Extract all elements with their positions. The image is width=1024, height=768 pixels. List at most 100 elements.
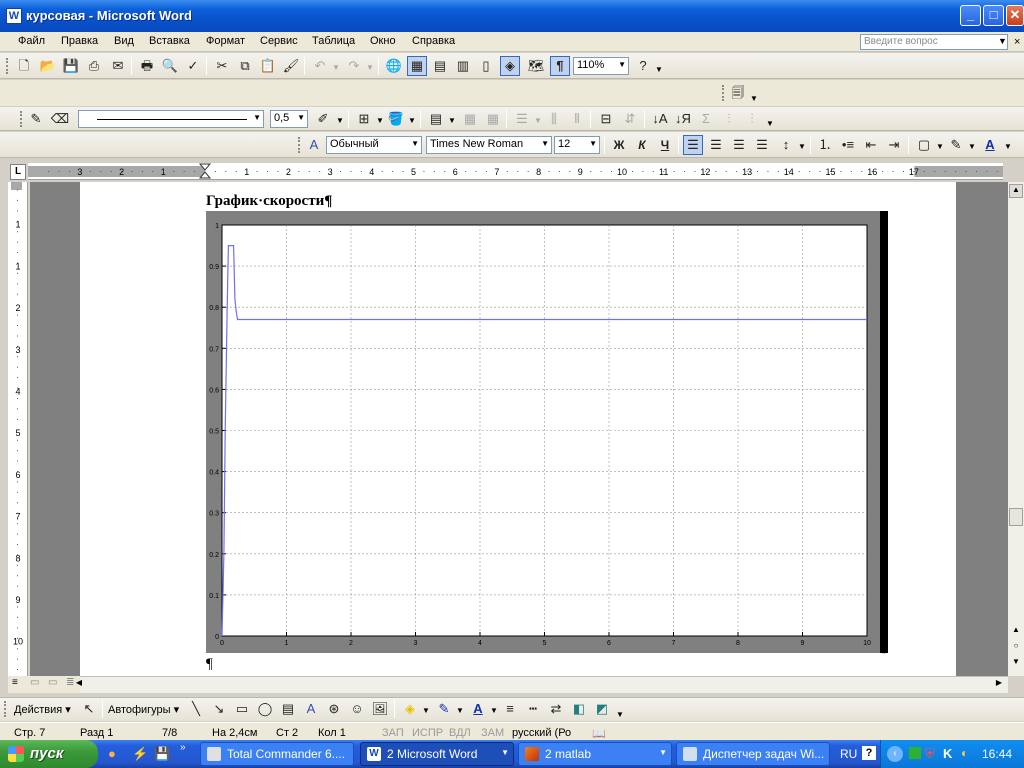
sort-descending-icon[interactable]: ↓Я (673, 109, 693, 129)
text-box-icon[interactable]: ▤ (278, 699, 298, 719)
status-record[interactable]: ЗАП (382, 727, 404, 739)
table-autoformat-icon[interactable]: ⊟ (596, 109, 616, 129)
font-select[interactable]: Times New Roman ▼ (426, 136, 552, 154)
help-tray-icon[interactable]: ? (862, 746, 876, 760)
scroll-left-button[interactable]: ◀ (72, 678, 86, 692)
copy-icon[interactable]: ⧉ (235, 56, 255, 76)
help-search-input[interactable]: Введите вопрос (860, 34, 1008, 50)
permission-icon[interactable]: ⎙ (84, 56, 104, 76)
quicklaunch-more-icon[interactable]: » (180, 742, 186, 753)
columns-icon[interactable]: ▯ (476, 56, 496, 76)
insert-picture-icon[interactable]: 🖼 (370, 699, 390, 719)
merge-cells-icon[interactable]: ▦ (460, 109, 480, 129)
chevron-down-icon[interactable]: ▼ (798, 142, 806, 151)
align-left-icon[interactable]: ☰ (683, 135, 703, 155)
chevron-down-icon[interactable]: ▼ (750, 94, 758, 103)
menu-edit[interactable]: Правка (61, 35, 98, 47)
status-track-changes[interactable]: ИСПР (412, 727, 443, 739)
zoom-select[interactable]: 110% ▼ (573, 57, 629, 75)
menu-view[interactable]: Вид (114, 35, 134, 47)
language-indicator[interactable]: RU (840, 747, 857, 761)
shading-color-icon[interactable]: 🪣 (386, 109, 406, 129)
toolbar-grip[interactable] (20, 111, 23, 127)
chevron-down-icon[interactable]: ▼ (422, 706, 430, 715)
insert-excel-icon[interactable]: ▥ (453, 56, 473, 76)
decrease-indent-icon[interactable]: ⇤ (861, 135, 881, 155)
spelling-icon[interactable]: ✓ (183, 56, 203, 76)
insert-table-icon[interactable]: ▤ (430, 56, 450, 76)
browse-buttons[interactable]: ▲ ○ ▼ (1009, 622, 1023, 672)
vertical-ruler[interactable]: 11234567891011 (8, 182, 28, 688)
menu-file[interactable]: Файл (18, 35, 45, 47)
font-size-select[interactable]: 12 ▼ (554, 136, 600, 154)
redo-icon[interactable]: ↷ (344, 56, 364, 76)
wordart-icon[interactable]: A (301, 699, 321, 719)
diagram-icon[interactable]: ⊛ (324, 699, 344, 719)
clip-art-icon[interactable]: ☺ (347, 699, 367, 719)
dash-style-icon[interactable]: ┅ (523, 699, 543, 719)
menu-tools[interactable]: Сервис (260, 35, 298, 47)
italic-button[interactable]: К (632, 135, 652, 155)
justify-icon[interactable]: ☰ (752, 135, 772, 155)
show-formatting-icon[interactable]: ¶ (550, 56, 570, 76)
horizontal-ruler[interactable]: 3211234567891011121314151617 (28, 163, 1024, 180)
menu-help[interactable]: Справка (412, 35, 455, 47)
oval-icon[interactable]: ◯ (255, 699, 275, 719)
font-color-icon[interactable]: A (468, 699, 488, 719)
split-cells-icon[interactable]: ▦ (483, 109, 503, 129)
print-icon[interactable]: 🖶 (137, 56, 157, 76)
status-language[interactable]: русский (Ро (512, 727, 571, 739)
line-width-select[interactable]: 0,5 ▼ (270, 110, 308, 128)
taskbar-item-total-commander[interactable]: Total Commander 6.... (200, 742, 354, 766)
chevron-down-icon[interactable]: ▼ (655, 65, 663, 74)
toolbar-grip[interactable] (722, 85, 725, 101)
document-heading[interactable]: График·скорости¶ (206, 193, 332, 210)
chevron-down-icon[interactable]: ▼ (1004, 142, 1012, 151)
line-color-icon[interactable]: ✎ (434, 699, 454, 719)
chevron-down-icon[interactable]: ▼ (936, 142, 944, 151)
bullets-icon[interactable]: •≡ (838, 135, 858, 155)
status-overtype[interactable]: ЗАМ (481, 727, 504, 739)
chevron-down-icon[interactable]: ▼ (376, 116, 384, 125)
arrow-style-icon[interactable]: ⇄ (546, 699, 566, 719)
volume-icon[interactable]: ◐ (961, 746, 968, 760)
print-layout-icon[interactable]: ▭ (48, 677, 57, 688)
save-quicklaunch-icon[interactable]: 💾 (154, 746, 170, 762)
tray-k-icon[interactable]: K (943, 746, 952, 761)
chevron-down-icon[interactable]: ▼ (332, 63, 340, 72)
autosum-icon[interactable]: Σ (696, 109, 716, 129)
scroll-up-button[interactable]: ▲ (1009, 184, 1023, 198)
eraser-icon[interactable]: ⌫ (50, 109, 70, 129)
minimize-button[interactable]: _ (960, 5, 981, 26)
draw-table-pencil-icon[interactable]: ✎ (26, 109, 46, 129)
reviewing-icon[interactable]: 🗐 (728, 83, 748, 103)
chevron-down-icon[interactable]: ▼ (408, 116, 416, 125)
taskbar-item-task-manager[interactable]: Диспетчер задач Wi... (676, 742, 830, 766)
web-view-icon[interactable]: ▭ (30, 677, 39, 688)
style-select[interactable]: Обычный ▼ (326, 136, 422, 154)
view-buttons[interactable]: ≡ ▭ ▭ ≣ (8, 676, 80, 693)
maximize-button[interactable]: □ (983, 5, 1004, 26)
line-style-select[interactable]: ▼ (78, 110, 264, 128)
bold-button[interactable]: Ж (609, 135, 629, 155)
align-center-icon[interactable]: ☰ (706, 135, 726, 155)
chevron-down-icon[interactable]: ▼ (490, 706, 498, 715)
3d-style-icon[interactable]: ◩ (592, 699, 612, 719)
gridlines-icon[interactable]: ⫶ (742, 109, 762, 129)
drawing-icon[interactable]: ◈ (500, 56, 520, 76)
font-color-icon[interactable]: A (980, 135, 1000, 155)
format-painter-icon[interactable]: 🖌 (281, 56, 301, 76)
chevron-down-icon[interactable]: ▼ (998, 36, 1007, 46)
shield-icon[interactable]: ⛨ (925, 746, 935, 762)
open-folder-icon[interactable]: 📂 (38, 56, 58, 76)
toolbar-grip[interactable] (298, 137, 301, 153)
scroll-right-button[interactable]: ▶ (992, 678, 1006, 692)
vertical-scrollbar[interactable]: ▲ ▲ ○ ▼ (1008, 182, 1024, 676)
menu-format[interactable]: Формат (206, 35, 245, 47)
cut-icon[interactable]: ✂ (212, 56, 232, 76)
undo-icon[interactable]: ↶ (310, 56, 330, 76)
menu-insert[interactable]: Вставка (149, 35, 190, 47)
spelling-status-icon[interactable]: 📖 (592, 727, 606, 740)
shadow-style-icon[interactable]: ◧ (569, 699, 589, 719)
styles-formatting-icon[interactable]: A (304, 135, 324, 155)
